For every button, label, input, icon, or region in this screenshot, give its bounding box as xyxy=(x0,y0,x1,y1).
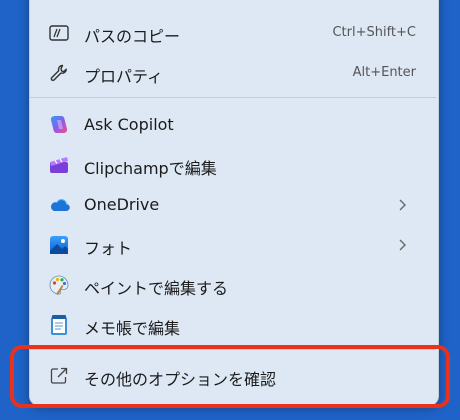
menu-item-properties[interactable]: プロパティ Alt+Enter xyxy=(36,55,432,91)
menu-item-shortcut: Ctrl+Shift+C xyxy=(332,25,416,40)
menu-item-notepad[interactable]: メモ帳で編集 xyxy=(36,307,432,343)
menu-item-label: その他のオプションを確認 xyxy=(84,370,277,389)
menu-item-label: フォト xyxy=(84,239,133,258)
menu-item-more-options[interactable]: その他のオプションを確認 xyxy=(36,358,432,394)
menu-item-ask-copilot[interactable]: Ask Copilot xyxy=(36,107,432,143)
menu-item-shortcut: Alt+Enter xyxy=(352,65,416,80)
menu-item-label: OneDrive xyxy=(84,195,160,214)
menu-item-onedrive[interactable]: OneDrive xyxy=(36,187,432,223)
menu-item-label: Clipchampで編集 xyxy=(84,159,217,178)
menu-item-label: Ask Copilot xyxy=(84,115,174,134)
menu-separator xyxy=(30,349,436,350)
more-options-icon xyxy=(48,365,70,387)
photos-icon xyxy=(48,234,70,256)
notepad-icon xyxy=(48,314,70,336)
menu-item-clipchamp[interactable]: Clipchampで編集 xyxy=(36,147,432,183)
menu-item-paint[interactable]: ペイントで編集する xyxy=(36,267,432,303)
menu-item-label: プロパティ xyxy=(84,67,164,86)
clipchamp-icon xyxy=(48,154,70,176)
paint-icon xyxy=(48,274,70,296)
copy-path-icon xyxy=(48,22,70,44)
menu-item-label: メモ帳で編集 xyxy=(84,319,181,338)
wrench-icon xyxy=(48,62,70,84)
menu-item-label: パスのコピー xyxy=(84,27,181,46)
chevron-right-icon xyxy=(399,199,406,211)
menu-item-copy-path[interactable]: パスのコピー Ctrl+Shift+C xyxy=(36,15,432,51)
chevron-right-icon xyxy=(399,239,406,251)
copilot-icon xyxy=(48,114,70,136)
menu-item-label: ペイントで編集する xyxy=(84,279,229,298)
menu-item-photos[interactable]: フォト xyxy=(36,227,432,263)
onedrive-icon xyxy=(48,194,70,216)
menu-item-partial xyxy=(36,0,432,3)
context-menu: パスのコピー Ctrl+Shift+C プロパティ Alt+Enter Ask … xyxy=(29,0,439,406)
menu-separator xyxy=(30,97,436,98)
